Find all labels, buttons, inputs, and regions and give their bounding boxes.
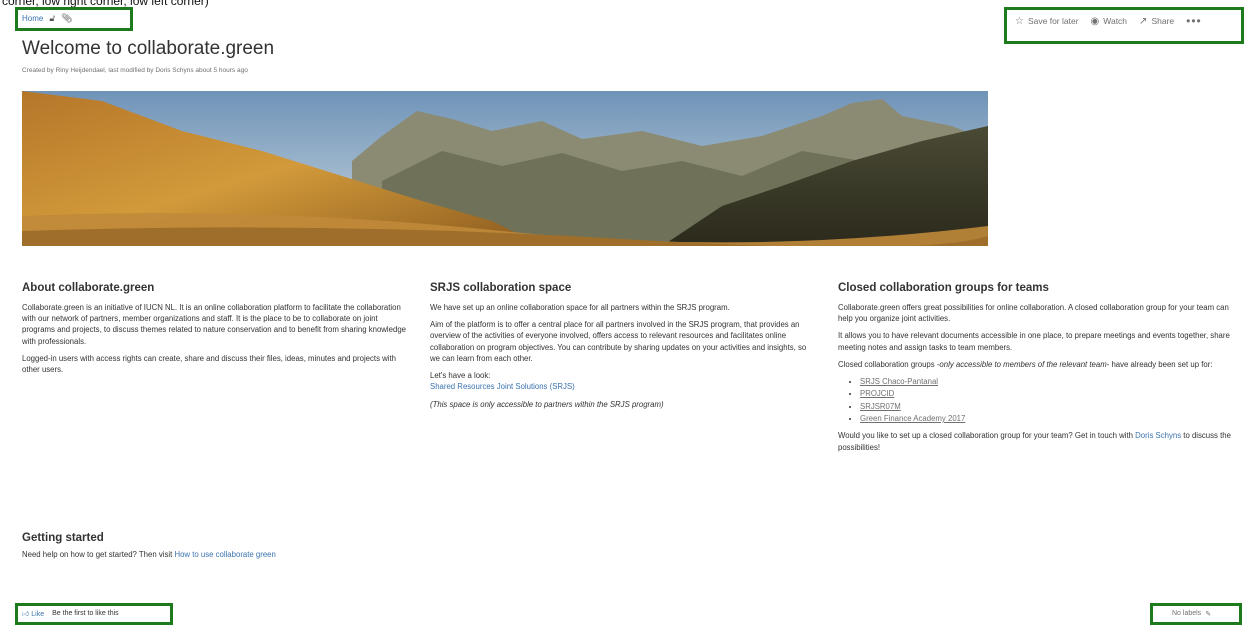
share-label: Share	[1151, 16, 1175, 26]
closed-paragraph-4: Would you like to set up a closed collab…	[838, 430, 1236, 453]
banner-image	[22, 91, 988, 246]
group-list: SRJS Chaco-Pantanal PROJCID SRJSR07M Gre…	[838, 376, 1236, 424]
eye-icon: ◉	[1090, 15, 1100, 27]
getting-started-section: Getting started Need help on how to get …	[22, 532, 276, 559]
save-for-later-button[interactable]: ☆ Save for later	[1015, 16, 1079, 27]
closed-p3-end: - have already been set up for:	[1106, 359, 1213, 369]
star-icon: ☆	[1015, 15, 1024, 27]
srjs-section: SRJS collaboration space We have set up …	[430, 280, 815, 416]
closed-paragraph-1: Collaborate.green offers great possibili…	[838, 302, 1229, 323]
srjs-look-label: Let's have a look:	[430, 371, 491, 381]
how-to-link[interactable]: How to use collaborate green	[174, 550, 275, 559]
group-link[interactable]: SRJS Chaco-Pantanal	[860, 377, 938, 386]
about-section: About collaborate.green Collaborate.gree…	[22, 280, 407, 381]
closed-groups-section: Closed collaboration groups for teams Co…	[838, 280, 1236, 459]
closed-p4-start: Would you like to set up a closed collab…	[838, 431, 1136, 441]
closed-p3-start: Closed collaboration groups -	[838, 359, 940, 369]
closed-p3-emphasis: only accessible to members of the releva…	[939, 359, 1107, 369]
page-actions: ☆ Save for later ◉ Watch ↗ Share •••	[1015, 14, 1202, 28]
like-label: Like	[31, 611, 45, 618]
about-paragraph-1: Collaborate.green is an initiative of IU…	[22, 302, 406, 346]
list-item: SRJS Chaco-Pantanal	[860, 376, 1236, 387]
labels-text: No labels	[1172, 610, 1202, 617]
pencil-icon[interactable]: ✎	[1205, 610, 1211, 618]
about-heading: About collaborate.green	[22, 282, 155, 294]
watch-label: Watch	[1103, 16, 1128, 26]
page-title: Welcome to collaborate.green	[22, 38, 275, 59]
save-for-later-label: Save for later	[1027, 16, 1079, 26]
closed-groups-heading: Closed collaboration groups for teams	[838, 282, 1049, 294]
share-icon: ↗	[1139, 15, 1148, 27]
getting-started-text: Need help on how to get started? Then vi…	[22, 550, 175, 559]
thumbs-up-icon: 👍︎	[22, 611, 30, 618]
paperclip-icon[interactable]: 📎︎	[61, 13, 72, 24]
closed-paragraph-3: Closed collaboration groups -only access…	[838, 359, 1236, 370]
page-metadata: Created by Riny Heijdendael, last modifi…	[22, 67, 248, 74]
contact-link[interactable]: Doris Schyns	[1135, 431, 1181, 440]
like-status-text: Be the first to like this	[52, 610, 119, 617]
srjs-paragraph-2: Aim of the platform is to offer a centra…	[430, 319, 807, 363]
more-actions-button[interactable]: •••	[1186, 14, 1202, 28]
closed-paragraph-2: It allows you to have relevant documents…	[838, 331, 1230, 352]
srjs-paragraph-1: We have set up an online collaboration s…	[430, 302, 730, 312]
labels-area[interactable]: No labels ✎	[1172, 610, 1211, 618]
list-item: Green Finance Academy 2017	[860, 413, 1236, 424]
share-button[interactable]: ↗ Share	[1139, 16, 1174, 27]
group-link[interactable]: SRJSR07M	[860, 402, 901, 411]
list-item: PROJCID	[860, 388, 1236, 399]
about-paragraph-2: Logged-in users with access rights can c…	[22, 353, 397, 375]
srjs-note: (This space is only accessible to partne…	[430, 399, 664, 409]
like-bar: 👍︎ Like Be the first to like this	[22, 609, 119, 618]
lock-icon[interactable]: 🔓︎	[49, 13, 55, 24]
srjs-link[interactable]: Shared Resources Joint Solutions (SRJS)	[430, 382, 575, 391]
group-link[interactable]: PROJCID	[860, 389, 894, 398]
breadcrumb-home-link[interactable]: Home	[22, 14, 43, 23]
getting-started-heading: Getting started	[22, 532, 104, 544]
srjs-heading: SRJS collaboration space	[430, 282, 572, 294]
like-button[interactable]: 👍︎ Like	[22, 609, 44, 618]
list-item: SRJSR07M	[860, 401, 1236, 412]
watch-button[interactable]: ◉ Watch	[1091, 16, 1128, 27]
breadcrumb: Home 🔓︎ 📎︎	[22, 13, 73, 24]
group-link[interactable]: Green Finance Academy 2017	[860, 414, 965, 423]
